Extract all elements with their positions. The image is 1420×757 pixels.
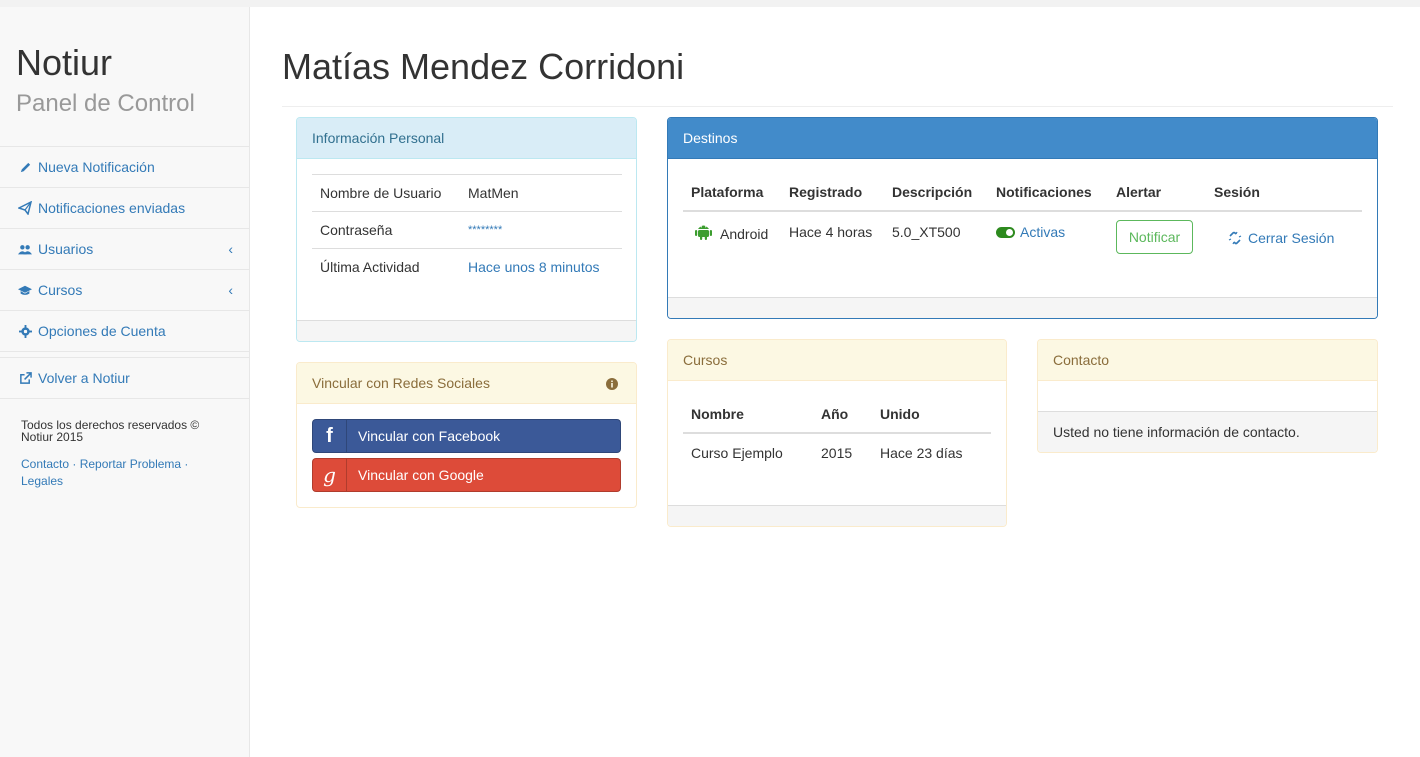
sidebar-item-label: Cursos (38, 282, 83, 298)
column-header: Alertar (1116, 184, 1162, 200)
column-header: Descripción (892, 184, 973, 200)
top-strip (0, 0, 1420, 7)
table-row: Contraseña ******** (312, 211, 622, 249)
users-icon (18, 242, 32, 256)
chevron-left-icon: ‹ (228, 241, 233, 257)
sidebar-item-notificaciones-enviadas[interactable]: Notificaciones enviadas (0, 188, 249, 229)
last-activity-link[interactable]: Hace unos 8 minutos (460, 248, 622, 286)
google-button[interactable]: g Vincular con Google (312, 458, 621, 492)
graduation-cap-icon (18, 283, 32, 297)
panel-footer (668, 505, 1006, 526)
page-title: Matías Mendez Corridoni (282, 46, 685, 87)
panel-heading: Información Personal (297, 118, 636, 159)
notify-button[interactable]: Notificar (1116, 220, 1193, 254)
platform-text: Android (720, 226, 769, 242)
sidebar-item-label: Opciones de Cuenta (38, 323, 166, 339)
facebook-button[interactable]: f Vincular con Facebook (312, 419, 621, 453)
column-header: Notificaciones (996, 184, 1092, 200)
column-header: Plataforma (691, 184, 764, 200)
panel-footer (297, 320, 636, 341)
title-divider (282, 106, 1393, 107)
row-key: Contraseña (312, 211, 460, 249)
table-header: Plataforma Registrado Descripción Notifi… (683, 170, 1362, 212)
contact-empty-message: Usted no tiene información de contacto. (1038, 411, 1377, 452)
google-icon: g (313, 459, 347, 491)
column-header: Registrado (789, 184, 863, 200)
notifications-status: Activas (1020, 224, 1066, 240)
table-row: Android Hace 4 horas 5.0_XT500 Activas N… (683, 214, 1362, 264)
toggle-on-icon (996, 226, 1015, 238)
column-header: Año (821, 406, 849, 422)
password-link[interactable]: ******** (460, 211, 622, 249)
logout-label: Cerrar Sesión (1248, 230, 1335, 246)
notifications-toggle[interactable]: Activas (996, 224, 1065, 240)
column-header: Nombre (691, 406, 744, 422)
sidebar-item-label: Notificaciones enviadas (38, 200, 186, 216)
panel-heading: Vincular con Redes Sociales (297, 363, 636, 404)
panel-footer (668, 297, 1377, 318)
table-row: Última Actividad Hace unos 8 minutos (312, 248, 622, 286)
facebook-icon: f (313, 420, 347, 452)
facebook-button-label: Vincular con Facebook (358, 428, 501, 444)
course-year: 2015 (821, 445, 853, 461)
description-text: 5.0_XT500 (892, 224, 961, 240)
table-row[interactable]: Curso Ejemplo 2015 Hace 23 días (683, 436, 991, 472)
sidebar-item-nueva-notificacion[interactable]: Nueva Notificación (0, 147, 249, 188)
table-row: Nombre de Usuario MatMen (312, 174, 622, 212)
logout-link[interactable]: Cerrar Sesión (1228, 230, 1334, 246)
brand-title[interactable]: Notiur (16, 43, 233, 83)
row-key: Nombre de Usuario (312, 174, 460, 212)
personal-info-table: Nombre de Usuario MatMen Contraseña ****… (312, 174, 622, 286)
destinos-panel: Destinos Plataforma Registrado Descripci… (667, 117, 1378, 319)
course-joined: Hace 23 días (880, 445, 963, 461)
sidebar-item-opciones-cuenta[interactable]: Opciones de Cuenta (0, 311, 249, 352)
gear-icon (18, 324, 32, 338)
chevron-left-icon: ‹ (228, 282, 233, 298)
sidebar-item-label: Nueva Notificación (38, 159, 155, 175)
row-key: Última Actividad (312, 248, 460, 286)
android-icon (695, 222, 712, 243)
row-value: MatMen (460, 174, 622, 212)
info-icon[interactable] (606, 377, 618, 393)
table-header: Nombre Año Unido (683, 396, 991, 434)
sidebar: Notiur Panel de Control Nueva Notificaci… (0, 7, 250, 757)
panel-heading: Destinos (668, 118, 1377, 159)
column-header: Sesión (1214, 184, 1260, 200)
sidebar-item-usuarios[interactable]: Usuarios ‹ (0, 229, 249, 270)
main-content: Matías Mendez Corridoni (282, 7, 1393, 107)
personal-info-panel: Información Personal Nombre de Usuario M… (296, 117, 637, 342)
brand: Notiur Panel de Control (0, 7, 249, 147)
copyright-text: Todos los derechos reservados © Notiur 2… (21, 418, 200, 444)
sidebar-item-cursos[interactable]: Cursos ‹ (0, 270, 249, 311)
footer-links[interactable]: Contacto · Reportar Problema · Legales (21, 456, 228, 490)
cursos-panel: Cursos Nombre Año Unido Curso Ejemplo 20… (667, 339, 1007, 527)
external-link-icon (18, 371, 32, 385)
panel-title: Vincular con Redes Sociales (312, 375, 490, 391)
sidebar-footer: Todos los derechos reservados © Notiur 2… (0, 399, 249, 510)
column-header: Unido (880, 406, 920, 422)
panel-heading: Contacto (1038, 340, 1377, 381)
sidebar-item-volver[interactable]: Volver a Notiur (0, 358, 249, 399)
sidebar-item-label: Volver a Notiur (38, 370, 130, 386)
pencil-icon (18, 160, 32, 174)
google-button-label: Vincular con Google (358, 467, 484, 483)
sidebar-item-label: Usuarios (38, 241, 94, 257)
course-name: Curso Ejemplo (691, 445, 783, 461)
social-panel: Vincular con Redes Sociales f Vincular c… (296, 362, 637, 508)
panel-heading: Cursos (668, 340, 1006, 381)
contacto-panel: Contacto Usted no tiene información de c… (1037, 339, 1378, 453)
registered-text: Hace 4 horas (789, 224, 873, 240)
brand-subtitle: Panel de Control (16, 90, 195, 117)
paper-plane-icon (18, 201, 32, 215)
unlink-icon (1228, 231, 1242, 245)
